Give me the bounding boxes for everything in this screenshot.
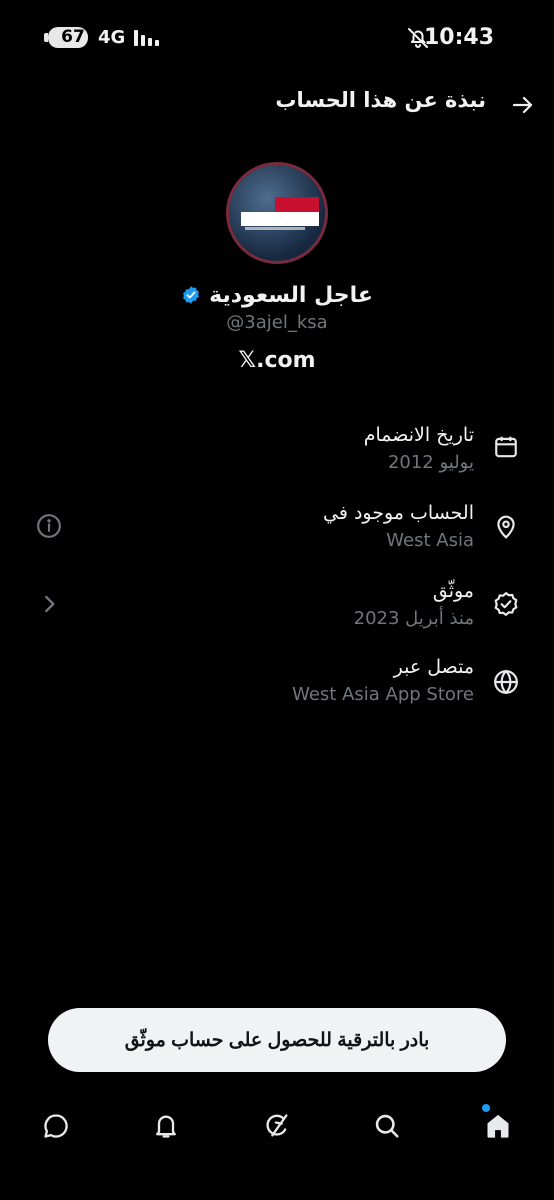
- search-icon: [375, 1114, 399, 1138]
- upgrade-verified-button[interactable]: بادر بالترقية للحصول على حساب موثّق: [48, 1008, 506, 1072]
- info-row-location: الحساب موجود في West Asia: [0, 500, 554, 568]
- arrow-right-icon: [512, 96, 533, 114]
- signal-icon: [134, 28, 162, 46]
- avatar-logo: [241, 197, 319, 230]
- network-type: 4G: [98, 27, 126, 48]
- nav-messages[interactable]: [38, 1108, 74, 1144]
- nav-home[interactable]: [480, 1108, 516, 1144]
- website-link[interactable]: 𝕏.com: [0, 348, 554, 373]
- bottom-nav: [0, 1098, 554, 1154]
- verified-outline-icon: [494, 592, 518, 616]
- clock: 10:43: [423, 25, 494, 50]
- info-value: West Asia App Store: [292, 684, 474, 705]
- calendar-icon: [495, 436, 517, 458]
- nav-grok[interactable]: [259, 1108, 295, 1144]
- status-bar: 67 4G 10:43: [0, 0, 554, 76]
- info-label: تاريخ الانضمام: [363, 424, 474, 446]
- handle: @3ajel_ksa: [226, 312, 328, 333]
- info-row-join-date: تاريخ الانضمام يوليو 2012: [0, 420, 554, 488]
- info-icon[interactable]: [36, 513, 62, 539]
- page-title: نبذة عن هذا الحساب: [275, 88, 486, 112]
- bell-icon: [156, 1115, 176, 1138]
- chevron-right-icon[interactable]: [36, 591, 62, 617]
- grok-icon: [266, 1114, 288, 1137]
- home-notification-dot: [482, 1104, 490, 1112]
- back-button[interactable]: [505, 90, 541, 120]
- info-row-verified[interactable]: موثّق منذ أبريل 2023: [0, 580, 554, 648]
- nav-search[interactable]: [369, 1108, 405, 1144]
- nav-notifications[interactable]: [148, 1108, 184, 1144]
- info-label: متصل عبر: [393, 656, 474, 678]
- battery-level: 67: [61, 27, 85, 47]
- display-name: عاجل السعودية: [209, 282, 373, 308]
- info-value: West Asia: [386, 530, 474, 551]
- avatar[interactable]: [226, 162, 328, 264]
- verified-badge-icon: [183, 286, 200, 304]
- header: نبذة عن هذا الحساب: [0, 76, 554, 132]
- chat-icon: [44, 1114, 68, 1138]
- info-label: الحساب موجود في: [323, 502, 474, 524]
- info-value: يوليو 2012: [387, 452, 474, 473]
- home-icon: [487, 1114, 509, 1138]
- info-label: موثّق: [432, 580, 474, 602]
- globe-icon: [494, 669, 518, 695]
- info-row-connected-via: متصل عبر West Asia App Store: [0, 656, 554, 724]
- location-pin-icon: [497, 515, 515, 539]
- name-row: عاجل السعودية: [0, 280, 554, 310]
- info-value: منذ أبريل 2023: [353, 608, 474, 629]
- upgrade-label: بادر بالترقية للحصول على حساب موثّق: [124, 1029, 430, 1051]
